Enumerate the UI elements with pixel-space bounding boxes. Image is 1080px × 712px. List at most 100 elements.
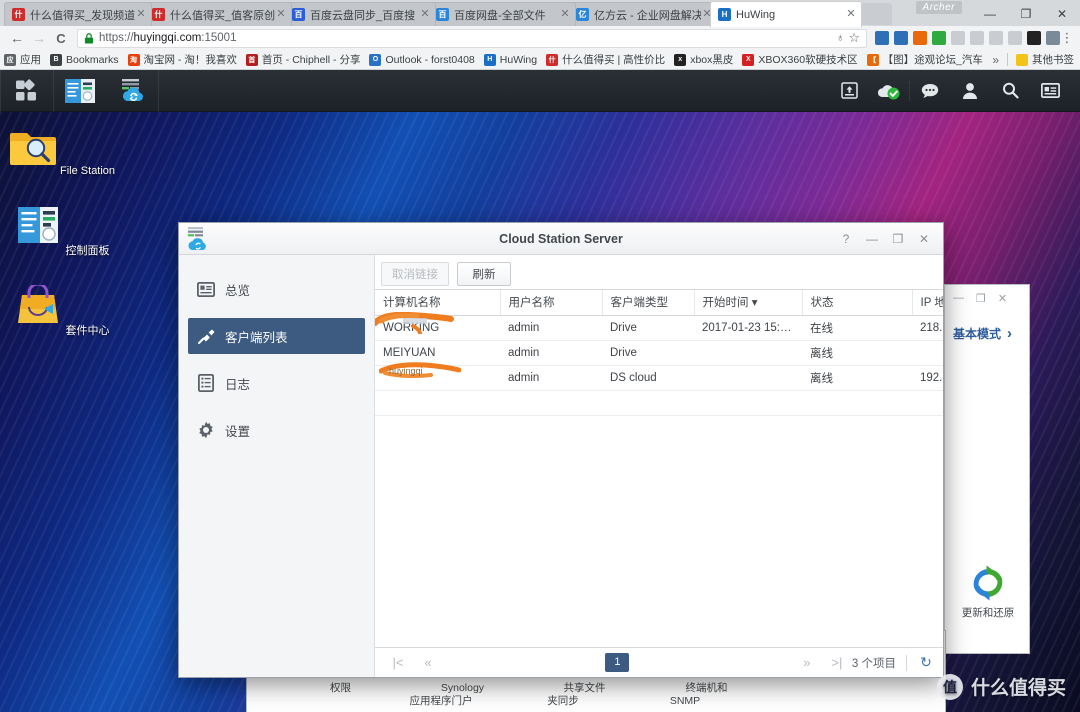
window-close-button[interactable]: ✕: [1044, 0, 1080, 27]
desktop-icon-label: 控制面板: [65, 245, 110, 257]
reload-button[interactable]: C: [50, 31, 72, 46]
chrome-menu-icon[interactable]: ⋮: [1060, 30, 1074, 46]
chat-icon: [921, 83, 939, 98]
tray-search-button[interactable]: [990, 70, 1030, 112]
bookmark-label: Outlook - forst0408: [385, 53, 475, 66]
ext-grey-circle[interactable]: [970, 31, 984, 45]
pager-current-page[interactable]: 1: [605, 653, 630, 672]
cs-close-button[interactable]: ✕: [911, 226, 937, 252]
other-bookmarks-item[interactable]: 其他书签: [1016, 52, 1074, 67]
bookmark-item[interactable]: H HuWing: [483, 53, 537, 66]
huwing-icon: H: [483, 53, 496, 66]
window-minimize-button[interactable]: —: [972, 0, 1008, 27]
cs-title-bar[interactable]: Cloud Station Server ? — ❐ ✕: [179, 223, 943, 255]
browser-tab[interactable]: 百百度网盘-全部文件 ✕: [428, 2, 576, 26]
ext-blue-1[interactable]: [875, 31, 889, 45]
ext-blue-2[interactable]: [894, 31, 908, 45]
bookmark-label: 什么值得买 | 高性价比: [562, 54, 666, 66]
bookmarks-overflow-button[interactable]: »: [992, 53, 999, 67]
cs-column-header-status[interactable]: 状态: [802, 290, 913, 316]
cs-window-controls: ? — ❐ ✕: [833, 226, 943, 252]
cs-column-header-computer[interactable]: 计算机名称: [375, 290, 501, 316]
tab-close-icon[interactable]: ✕: [135, 9, 147, 20]
pager-refresh-icon[interactable]: ↻: [917, 654, 935, 671]
sidebar-item-overview[interactable]: 总览: [188, 271, 365, 307]
ext-amazon[interactable]: [1027, 31, 1041, 45]
ext-green-shield[interactable]: [932, 31, 946, 45]
rp-close-button[interactable]: ✕: [998, 292, 1007, 305]
rp-minimize-button[interactable]: —: [953, 292, 964, 304]
sidebar-item-label: 设置: [225, 424, 251, 439]
bookmark-item[interactable]: 首首页 - Chiphell - 分享: [245, 52, 360, 67]
cs-column-header-ip[interactable]: IP 地址: [912, 290, 943, 316]
sidebar-item-settings[interactable]: 设置: [188, 412, 365, 448]
bookmark-item[interactable]: O Outlook - forst0408: [369, 53, 475, 66]
bookmark-item[interactable]: 应应用: [4, 52, 41, 67]
unlink-button[interactable]: 取消链接: [381, 262, 449, 286]
desktop-icon-package-center[interactable]: 套件中心: [7, 282, 117, 338]
ext-grey-heart[interactable]: [989, 31, 1003, 45]
bookmark-item[interactable]: 淘淘宝网 - 淘！我喜欢: [127, 52, 237, 67]
tray-user-button[interactable]: [950, 70, 990, 112]
tray-cloud-status-button[interactable]: [869, 70, 909, 112]
ext-evernote[interactable]: [1046, 31, 1060, 45]
tray-chat-button[interactable]: [910, 70, 950, 112]
tab-close-icon[interactable]: ✕: [845, 9, 857, 20]
tray-notifications-button[interactable]: [1030, 70, 1070, 112]
taskbar-control-panel-button[interactable]: [54, 70, 106, 112]
rp-maximize-button[interactable]: ❐: [976, 292, 986, 305]
browser-tab[interactable]: 亿亿方云 - 企业网盘解决 ✕: [568, 2, 718, 26]
browser-tab[interactable]: H HuWing ✕: [710, 1, 862, 27]
pager-first-button[interactable]: |<: [383, 655, 413, 670]
browser-tab[interactable]: 什什么值得买_值客原创 ✕: [144, 2, 292, 26]
bookmark-item[interactable]: 什什么值得买 | 高性价比: [546, 52, 665, 67]
tab-close-icon[interactable]: ✕: [559, 9, 571, 20]
window-maximize-button[interactable]: ❐: [1008, 0, 1044, 27]
url-text: https://huyingqi.com:15001: [99, 32, 236, 44]
back-button[interactable]: ←: [6, 30, 28, 46]
taskbar-divider-3: [158, 70, 159, 112]
pager-last-button[interactable]: >|: [822, 655, 852, 670]
dsm-main-menu-button[interactable]: [1, 70, 53, 112]
tab-close-icon[interactable]: ✕: [419, 9, 431, 20]
bookmark-item[interactable]: B Bookmarks: [50, 53, 119, 66]
table-row[interactable]: MEIYUAN admin Drive 离线: [375, 340, 943, 366]
sidebar-item-client-list[interactable]: 客户端列表: [188, 318, 365, 354]
cs-maximize-button[interactable]: ❐: [885, 226, 911, 252]
browser-tab[interactable]: 百百度云盘同步_百度搜 ✕: [284, 2, 436, 26]
ext-grey-shield[interactable]: [951, 31, 965, 45]
desktop-icon-file-station[interactable]: File Station: [7, 125, 117, 177]
cs-body: 总览 客户端列表 日志 设置 取消链接 刷新 计算机名称 用户名称 客户端类型 …: [179, 255, 943, 677]
bookmark-star-icon[interactable]: ☆: [848, 30, 860, 46]
table-row[interactable]: adminDS cloud 离线192.168.1.2...: [375, 365, 943, 391]
basic-mode-link[interactable]: 基本模式 ›: [945, 311, 1029, 342]
pager-next-button[interactable]: »: [792, 655, 822, 670]
bookmark-item[interactable]: 【【图】途观论坛_汽车: [866, 52, 983, 67]
pager-prev-button[interactable]: «: [413, 655, 443, 670]
cs-help-button[interactable]: ?: [833, 226, 859, 252]
desktop-icon-control-panel[interactable]: 控制面板: [7, 205, 117, 258]
bookmark-item[interactable]: x xbox黑皮: [674, 52, 733, 67]
browser-tab-label: 亿方云 - 企业网盘解决: [594, 9, 701, 22]
table-row[interactable]: WORKING admin Drive 2017-01-23 15:1... 在线 218…: [375, 315, 943, 341]
tray-upload-button[interactable]: [829, 70, 869, 112]
cs-column-header-start[interactable]: 开始时间 ▾: [694, 290, 803, 316]
ext-grey-s[interactable]: [1008, 31, 1022, 45]
browser-tab[interactable]: 什什么值得买_发现频道 ✕: [4, 2, 152, 26]
ext-orange[interactable]: [913, 31, 927, 45]
address-bar[interactable]: https://huyingqi.com:15001 ♁ ☆: [77, 28, 867, 48]
cs-column-header-user[interactable]: 用户名称: [500, 290, 603, 316]
cs-cell-type: Drive: [602, 340, 694, 366]
update-restore-icon: [973, 565, 1003, 601]
refresh-button[interactable]: 刷新: [457, 262, 511, 286]
bookmark-item[interactable]: X XBOX360软硬技术区: [742, 52, 858, 67]
password-key-icon[interactable]: ♁: [836, 32, 844, 44]
taskbar-cloud-station-button[interactable]: [106, 70, 158, 112]
cs-minimize-button[interactable]: —: [859, 226, 885, 252]
notifications-icon: [1040, 83, 1060, 98]
forward-button[interactable]: →: [28, 30, 50, 46]
tab-close-icon[interactable]: ✕: [275, 9, 287, 20]
cs-column-header-type[interactable]: 客户端类型: [602, 290, 695, 316]
update-restore-item[interactable]: 更新和还原: [949, 563, 1027, 620]
sidebar-item-log[interactable]: 日志: [188, 365, 365, 401]
